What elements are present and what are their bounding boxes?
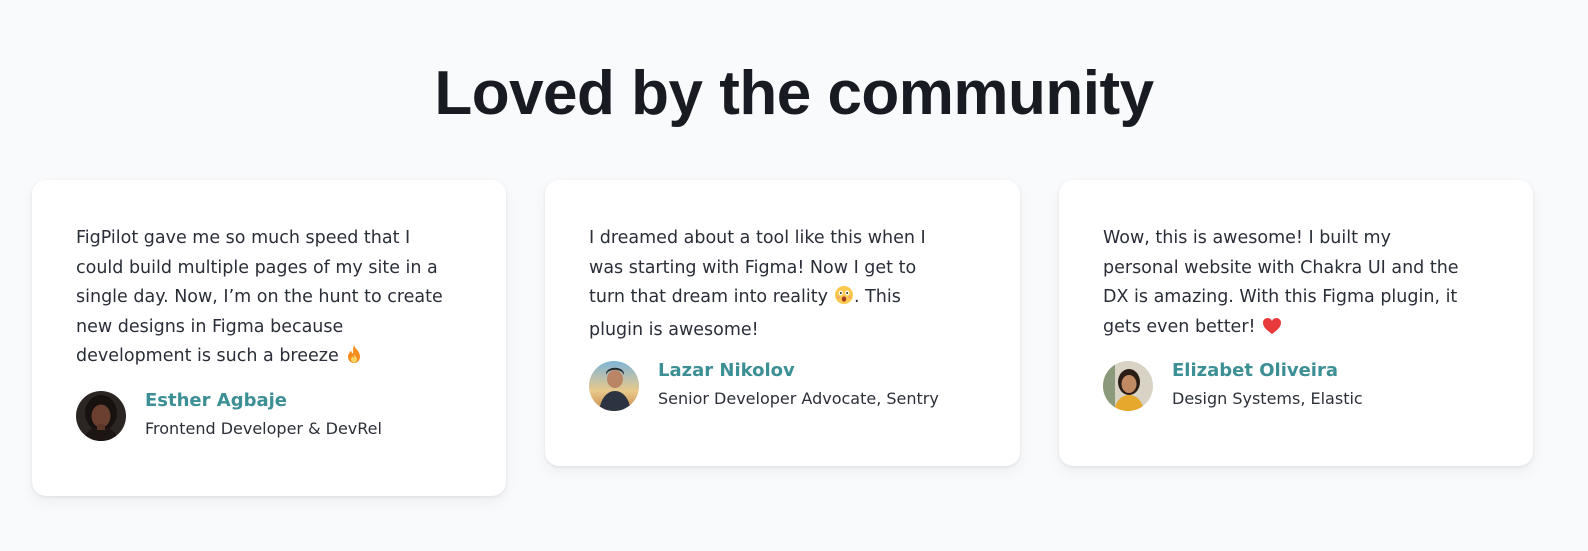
testimonial-quote: FigPilot gave me so much speed that I co…	[76, 224, 466, 375]
author-info: Esther Agbaje Frontend Developer & DevRe…	[145, 388, 382, 444]
avatar	[589, 361, 639, 411]
author: Elizabet Oliveira Design Systems, Elasti…	[1103, 358, 1493, 414]
author-role: Frontend Developer & DevRel	[145, 418, 382, 438]
quote-text: FigPilot gave me so much speed that I co…	[76, 228, 443, 366]
author-role: Senior Developer Advocate, Sentry	[658, 389, 939, 408]
testimonial-quote: I dreamed about a tool like this when I …	[589, 224, 980, 345]
testimonial-quote: Wow, this is awesome! I built my persona…	[1103, 224, 1493, 345]
author-name[interactable]: Esther Agbaje	[145, 388, 382, 414]
author-role: Design Systems, Elastic	[1172, 389, 1363, 408]
section-title: Loved by the community	[434, 59, 1154, 128]
author: Lazar Nikolov Senior Developer Advocate,…	[589, 358, 980, 414]
avatar	[76, 390, 126, 441]
author-info: Elizabet Oliveira Design Systems, Elasti…	[1172, 358, 1363, 414]
author-name[interactable]: Elizabet Oliveira	[1172, 358, 1363, 384]
fire-icon	[345, 344, 363, 375]
author-info: Lazar Nikolov Senior Developer Advocate,…	[658, 358, 939, 414]
astonished-face-icon	[834, 285, 854, 316]
testimonial-card: FigPilot gave me so much speed that I co…	[32, 180, 506, 496]
heart-icon	[1262, 316, 1282, 346]
author: Esther Agbaje Frontend Developer & DevRe…	[76, 388, 466, 444]
author-name[interactable]: Lazar Nikolov	[658, 358, 939, 384]
testimonial-card: I dreamed about a tool like this when I …	[545, 180, 1020, 466]
avatar	[1103, 361, 1153, 411]
testimonial-card: Wow, this is awesome! I built my persona…	[1059, 180, 1533, 466]
